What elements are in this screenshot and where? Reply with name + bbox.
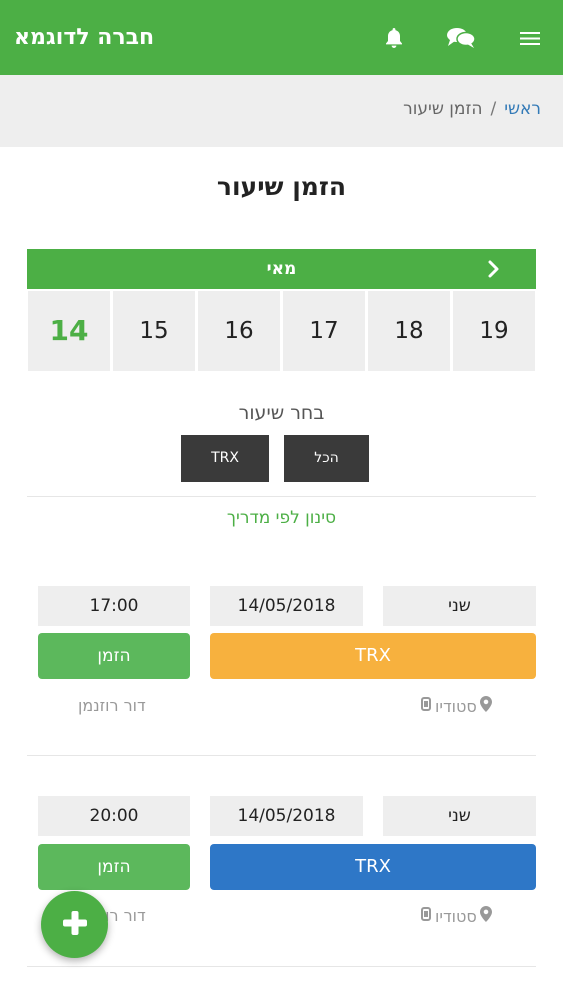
map-pin-icon bbox=[479, 906, 492, 926]
dumbbell-icon bbox=[420, 696, 432, 716]
choose-class-label: בחר שיעור bbox=[238, 402, 325, 424]
day-cell[interactable]: 17 bbox=[283, 291, 365, 371]
session-day: שני bbox=[383, 796, 536, 836]
location-label: סטודיו bbox=[435, 696, 477, 716]
session-location: סטודיו bbox=[420, 906, 492, 926]
add-button[interactable] bbox=[41, 891, 108, 958]
breadcrumb-current: הזמן שיעור bbox=[403, 99, 483, 119]
day-cell-selected[interactable]: 14 bbox=[28, 291, 110, 371]
map-pin-icon bbox=[479, 696, 492, 716]
breadcrumb: ראשי / הזמן שיעור bbox=[403, 99, 541, 119]
page-title: הזמן שיעור bbox=[216, 172, 347, 201]
book-button[interactable]: הזמן bbox=[38, 633, 190, 679]
session-date: 14/05/2018 bbox=[210, 586, 363, 626]
day-cell[interactable]: 16 bbox=[198, 291, 280, 371]
day-cell[interactable]: 19 bbox=[453, 291, 535, 371]
chevron-right-icon[interactable] bbox=[482, 257, 506, 281]
divider bbox=[27, 496, 536, 497]
class-name-bar: TRX bbox=[210, 633, 536, 679]
session-time: 17:00 bbox=[38, 586, 190, 626]
brand-title[interactable]: חברה לדוגמא bbox=[14, 0, 164, 75]
location-label: סטודיו bbox=[435, 906, 477, 926]
divider bbox=[27, 755, 536, 756]
session-date: 14/05/2018 bbox=[210, 796, 363, 836]
day-cell[interactable]: 15 bbox=[113, 291, 195, 371]
month-bar: מאי bbox=[27, 249, 536, 289]
dumbbell-icon bbox=[420, 906, 432, 926]
class-name-bar: TRX bbox=[210, 844, 536, 890]
breadcrumb-separator: / bbox=[490, 99, 497, 119]
top-bar: חברה לדוגמא bbox=[0, 0, 563, 75]
breadcrumb-home-link[interactable]: ראשי bbox=[504, 99, 541, 119]
book-button[interactable]: הזמן bbox=[38, 844, 190, 890]
session-time: 20:00 bbox=[38, 796, 190, 836]
session-location: סטודיו bbox=[420, 696, 492, 716]
session-day: שני bbox=[383, 586, 536, 626]
divider bbox=[27, 966, 536, 967]
day-cell[interactable]: 18 bbox=[368, 291, 450, 371]
breadcrumb-bar: ראשי / הזמן שיעור bbox=[0, 75, 563, 147]
menu-icon[interactable] bbox=[514, 22, 546, 54]
chat-icon[interactable] bbox=[445, 22, 477, 54]
trainer-filter-link[interactable]: סינון לפי מדריך bbox=[0, 508, 563, 528]
month-name: מאי bbox=[266, 259, 297, 279]
filter-all-button[interactable]: הכל bbox=[284, 435, 369, 482]
filter-trx-button[interactable]: TRX bbox=[181, 435, 269, 482]
plus-icon bbox=[60, 908, 90, 942]
bell-icon[interactable] bbox=[378, 22, 410, 54]
trainer-name: דור רוזנמן bbox=[78, 696, 146, 715]
